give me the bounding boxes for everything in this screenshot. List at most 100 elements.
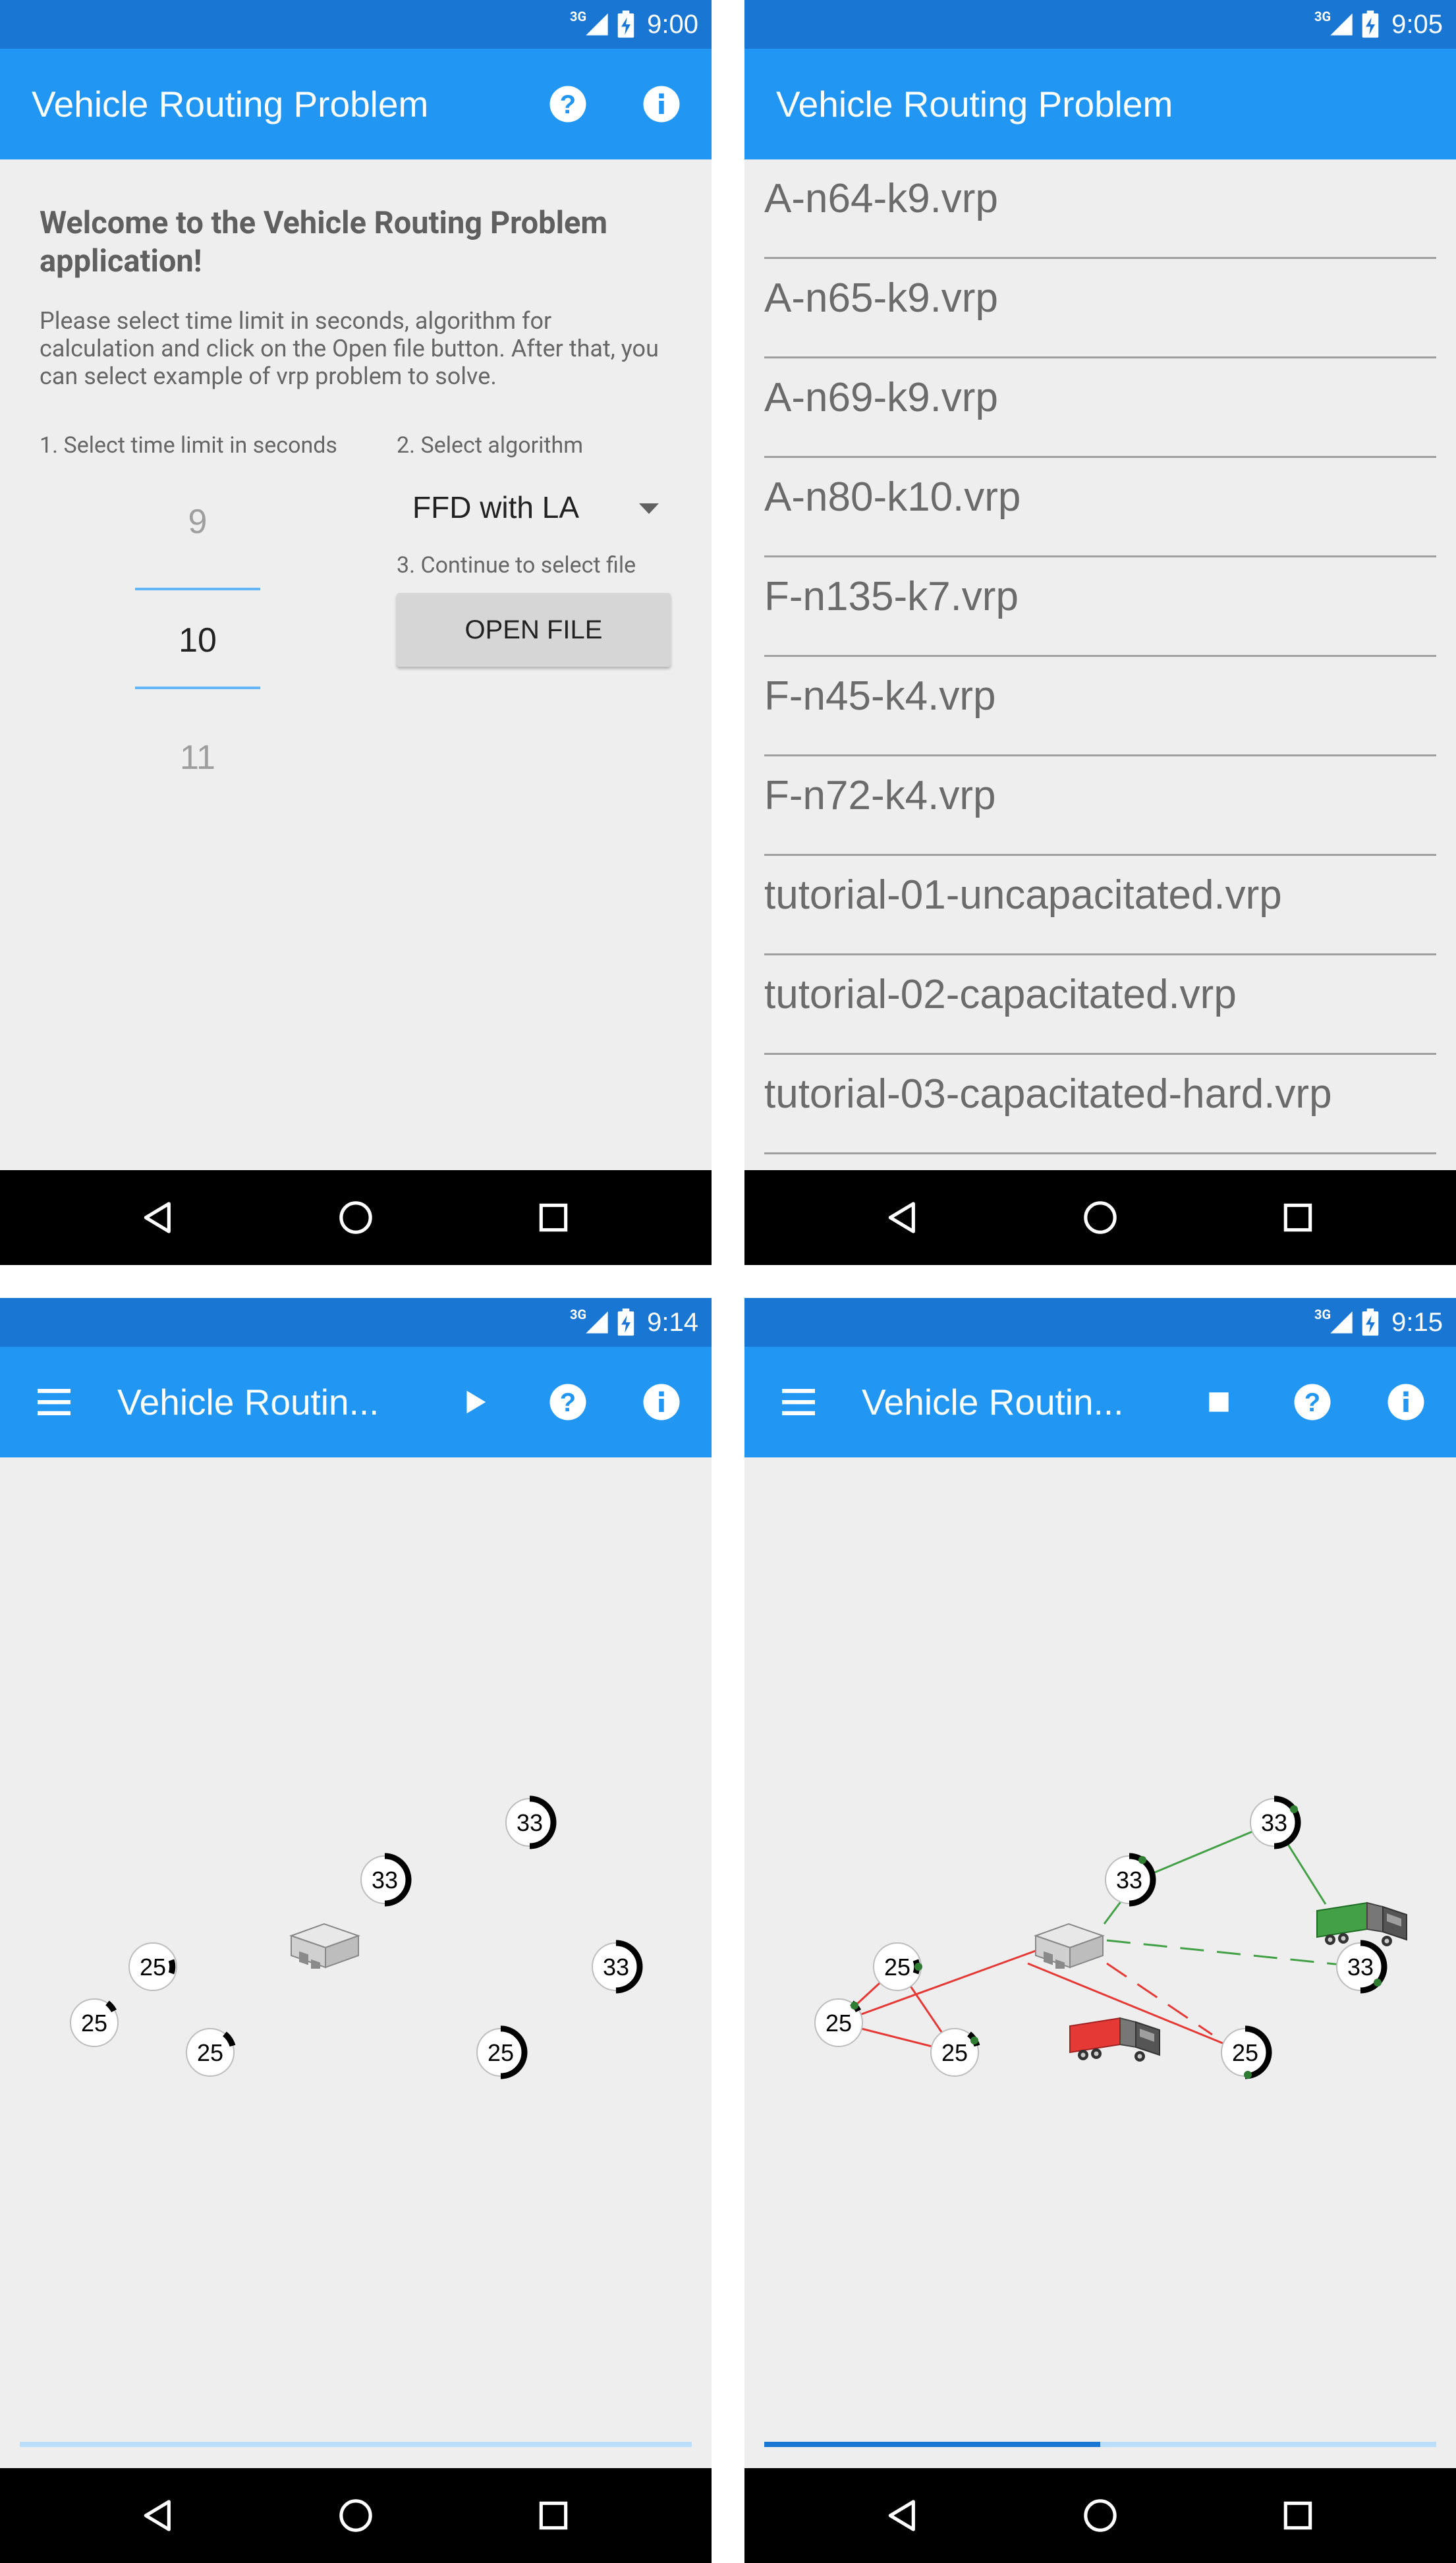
menu-icon[interactable] bbox=[779, 1382, 818, 1422]
app-bar: Vehicle Routing Problem bbox=[744, 49, 1456, 159]
network-type-label: 3G bbox=[570, 9, 587, 24]
status-time: 9:00 bbox=[647, 9, 698, 39]
svg-text:25: 25 bbox=[81, 2010, 107, 2037]
customer-node[interactable]: 25 bbox=[128, 1942, 177, 1991]
customer-node[interactable]: 25 bbox=[814, 1998, 863, 2047]
svg-text:33: 33 bbox=[372, 1867, 398, 1894]
file-list-item[interactable]: tutorial-03-capacitated-hard.vrp bbox=[764, 1055, 1436, 1154]
customer-node[interactable]: 25 bbox=[873, 1942, 922, 1991]
recents-icon[interactable] bbox=[1278, 2496, 1318, 2535]
customer-node[interactable]: 25 bbox=[930, 2028, 980, 2077]
step-time-label: 1. Select time limit in seconds bbox=[40, 432, 337, 459]
svg-text:25: 25 bbox=[197, 2039, 223, 2066]
file-name: F-n135-k7.vrp bbox=[764, 574, 1019, 619]
back-icon[interactable] bbox=[138, 1198, 178, 1237]
back-icon[interactable] bbox=[883, 2496, 922, 2535]
picker-value-prev[interactable]: 9 bbox=[135, 502, 260, 542]
file-list-item[interactable]: A-n80-k10.vrp bbox=[764, 458, 1436, 557]
depot-icon bbox=[1035, 1923, 1104, 1969]
truck-red-icon bbox=[1069, 2017, 1160, 2062]
customer-node[interactable]: 33 bbox=[592, 1940, 643, 1994]
svg-text:33: 33 bbox=[603, 1954, 629, 1981]
file-name: A-n64-k9.vrp bbox=[764, 176, 998, 221]
solve-progress-bar bbox=[20, 2442, 692, 2447]
battery-icon bbox=[617, 11, 635, 38]
status-time: 9:05 bbox=[1391, 9, 1443, 39]
info-icon[interactable] bbox=[642, 84, 681, 124]
stop-icon[interactable] bbox=[1199, 1382, 1239, 1422]
screen-problem-map: 3G 9:14 Vehicle Routin... 33 33 25 25 25… bbox=[0, 1298, 712, 2563]
customer-node[interactable]: 25 bbox=[70, 1998, 119, 2047]
file-name: A-n69-k9.vrp bbox=[764, 375, 998, 420]
status-bar: 3G 9:05 bbox=[744, 0, 1456, 49]
file-list-item[interactable]: F-n135-k7.vrp bbox=[764, 557, 1436, 657]
svg-text:25: 25 bbox=[140, 1954, 166, 1981]
app-bar: Vehicle Routin... bbox=[744, 1347, 1456, 1457]
app-title: Vehicle Routin... bbox=[862, 1382, 1124, 1422]
home-icon[interactable] bbox=[336, 2496, 376, 2535]
customer-node[interactable]: 25 bbox=[476, 2025, 528, 2079]
file-name: A-n65-k9.vrp bbox=[764, 275, 998, 321]
algorithm-dropdown[interactable]: FFD with LA bbox=[397, 481, 667, 534]
file-name: A-n80-k10.vrp bbox=[764, 474, 1021, 520]
svg-text:33: 33 bbox=[517, 1809, 543, 1836]
route-map[interactable]: 33 33 25 25 25 25 33 bbox=[0, 1457, 712, 2468]
home-icon[interactable] bbox=[1080, 2496, 1120, 2535]
signal-icon bbox=[584, 1309, 610, 1336]
customer-node[interactable]: 33 bbox=[1250, 1795, 1301, 1849]
file-name: F-n72-k4.vrp bbox=[764, 773, 996, 818]
app-bar: Vehicle Routin... bbox=[0, 1347, 712, 1457]
file-list-item[interactable]: tutorial-01-uncapacitated.vrp bbox=[764, 856, 1436, 955]
customer-node[interactable]: 25 bbox=[1221, 2025, 1272, 2079]
algorithm-selected-value: FFD with LA bbox=[412, 490, 580, 524]
screen-solution-map: 3G 9:15 Vehicle Routin... 33 33 25 25 25… bbox=[744, 1298, 1456, 2563]
nav-bar bbox=[0, 1170, 712, 1265]
help-icon[interactable] bbox=[548, 84, 588, 124]
svg-text:25: 25 bbox=[488, 2039, 514, 2066]
nav-bar bbox=[744, 2468, 1456, 2563]
info-icon[interactable] bbox=[642, 1382, 681, 1422]
file-list-item[interactable]: A-n69-k9.vrp bbox=[764, 358, 1436, 458]
customer-node[interactable]: 33 bbox=[505, 1795, 557, 1849]
screen-welcome: 3G 9:00 Vehicle Routing Problem Welcome … bbox=[0, 0, 712, 1265]
recents-icon[interactable] bbox=[534, 2496, 573, 2535]
app-bar: Vehicle Routing Problem bbox=[0, 49, 712, 159]
file-list-item[interactable]: F-n72-k4.vrp bbox=[764, 756, 1436, 856]
home-icon[interactable] bbox=[1080, 1198, 1120, 1237]
play-icon[interactable] bbox=[455, 1382, 494, 1422]
file-list-item[interactable]: tutorial-02-capacitated.vrp bbox=[764, 955, 1436, 1055]
battery-icon bbox=[1361, 1309, 1380, 1336]
back-icon[interactable] bbox=[138, 2496, 178, 2535]
picker-value-selected[interactable]: 10 bbox=[135, 621, 260, 660]
menu-icon[interactable] bbox=[34, 1382, 74, 1422]
network-type-label: 3G bbox=[1314, 9, 1331, 24]
info-icon[interactable] bbox=[1386, 1382, 1426, 1422]
svg-text:33: 33 bbox=[1347, 1954, 1374, 1981]
svg-text:25: 25 bbox=[1232, 2039, 1258, 2066]
solve-progress-fill bbox=[764, 2442, 1100, 2447]
customer-node[interactable]: 33 bbox=[1336, 1940, 1387, 1994]
picker-value-next[interactable]: 11 bbox=[135, 738, 260, 777]
file-name: tutorial-03-capacitated-hard.vrp bbox=[764, 1071, 1332, 1117]
recents-icon[interactable] bbox=[1278, 1198, 1318, 1237]
customer-node[interactable]: 25 bbox=[186, 2028, 236, 2077]
file-list-item[interactable]: F-n45-k4.vrp bbox=[764, 657, 1436, 756]
file-list-item[interactable]: A-n64-k9.vrp bbox=[764, 159, 1436, 259]
customer-node[interactable]: 33 bbox=[360, 1853, 412, 1907]
step-algorithm-label: 2. Select algorithm bbox=[397, 432, 584, 459]
status-time: 9:15 bbox=[1391, 1307, 1443, 1337]
customer-node[interactable]: 33 bbox=[1105, 1853, 1156, 1907]
back-icon[interactable] bbox=[883, 1198, 922, 1237]
file-list-item[interactable]: A-n65-k9.vrp bbox=[764, 259, 1436, 358]
route-map[interactable]: 33 33 25 25 25 25 33 bbox=[744, 1457, 1456, 2468]
home-icon[interactable] bbox=[336, 1198, 376, 1237]
app-title: Vehicle Routin... bbox=[117, 1382, 379, 1422]
app-title: Vehicle Routing Problem bbox=[776, 84, 1173, 125]
recents-icon[interactable] bbox=[534, 1198, 573, 1237]
open-file-button[interactable]: OPEN FILE bbox=[397, 593, 671, 667]
help-icon[interactable] bbox=[1293, 1382, 1332, 1422]
svg-text:25: 25 bbox=[826, 2010, 852, 2037]
help-icon[interactable] bbox=[548, 1382, 588, 1422]
step-file-label: 3. Continue to select file bbox=[397, 552, 636, 578]
status-bar: 3G 9:00 bbox=[0, 0, 712, 49]
